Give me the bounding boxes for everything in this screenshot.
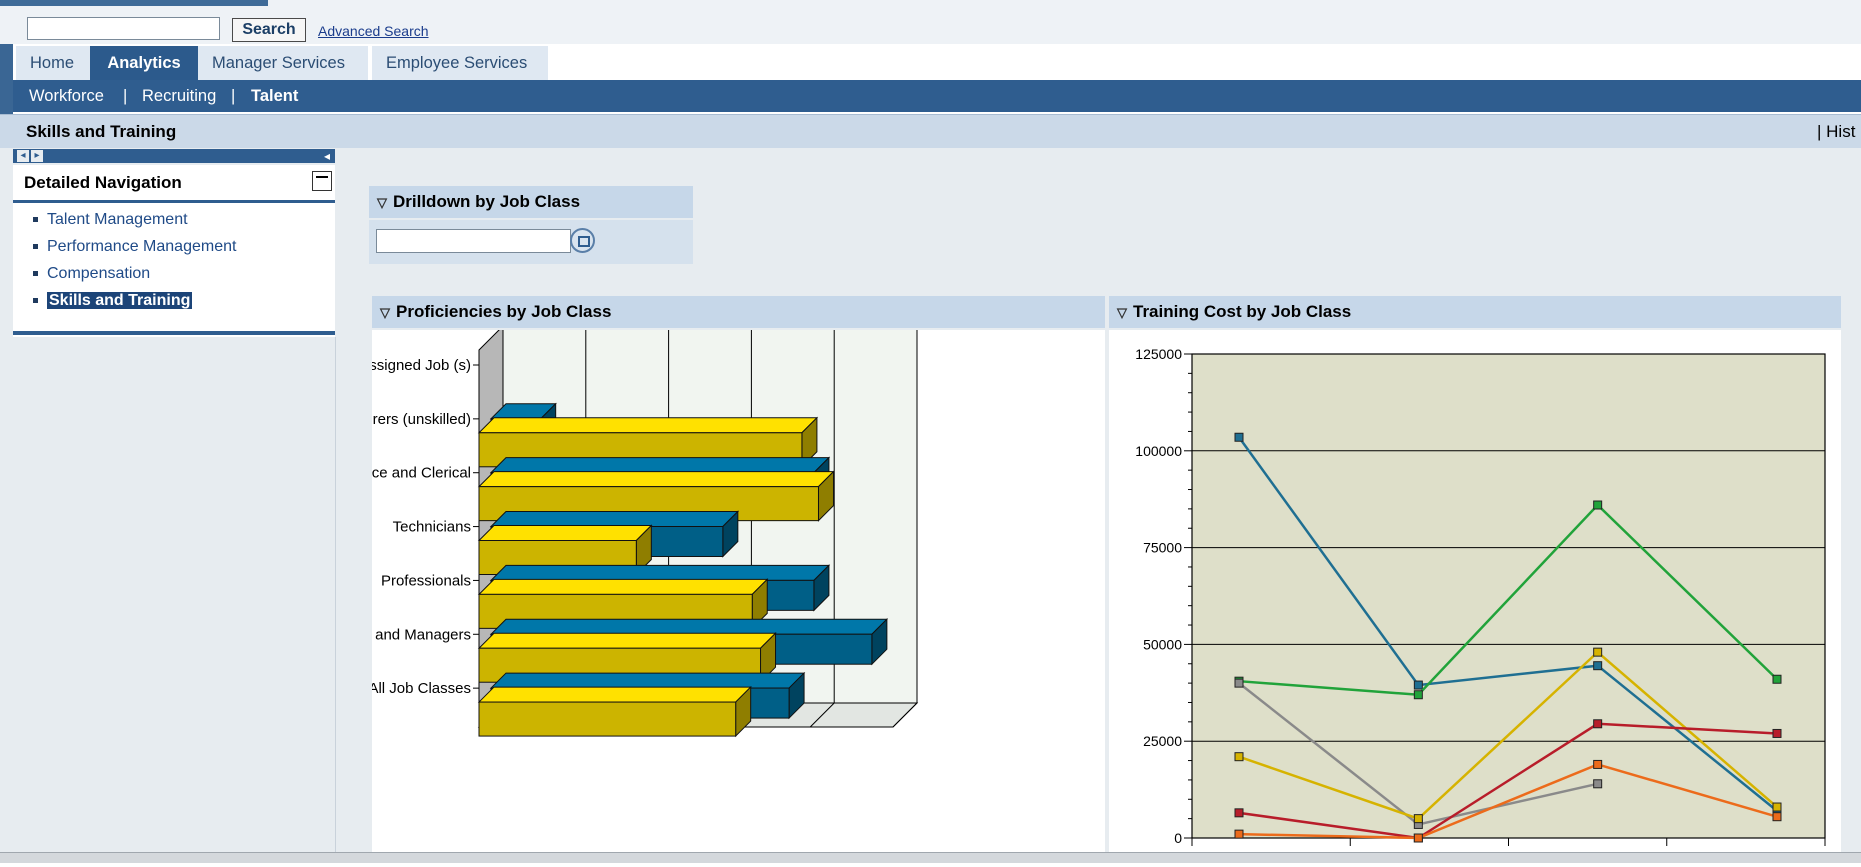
- search-button[interactable]: Search: [232, 18, 306, 42]
- y-tick-label: 0: [1174, 830, 1182, 846]
- bar-top: [477, 686, 752, 703]
- bullet-icon: [33, 271, 38, 277]
- tab-manager-services[interactable]: Manager Services: [198, 46, 368, 80]
- category-label: Office and Clerical: [372, 465, 471, 482]
- bar-top: [477, 417, 819, 434]
- data-point: [1772, 812, 1782, 822]
- minimize-icon[interactable]: [312, 171, 332, 191]
- drilldown-panel-header[interactable]: ▽ Drilldown by Job Class: [369, 186, 693, 218]
- bar-top: [489, 672, 806, 689]
- category-label: All Job Classes: [372, 680, 471, 697]
- subnav-separator: |: [123, 87, 128, 105]
- nav-item-talent-management[interactable]: Talent Management: [33, 211, 188, 229]
- data-point: [1234, 432, 1244, 442]
- nav-item-label: Compensation: [47, 265, 151, 282]
- proficiencies-chart: Not Assigned Job (s) Laborers (unskilled)…: [318, 324, 919, 738]
- collapse-triangle-icon[interactable]: ▽: [377, 187, 387, 219]
- training-cost-panel-header[interactable]: ▽ Training Cost by Job Class: [1109, 296, 1841, 328]
- bar-series-2: [477, 685, 752, 738]
- y-tick-label: 50000: [1143, 636, 1182, 652]
- bar-top: [477, 525, 653, 541]
- nav-item-compensation[interactable]: Compensation: [33, 265, 150, 283]
- header-accent: [0, 0, 268, 6]
- data-point: [1593, 719, 1603, 729]
- training-cost-chart: 0 25000 50000 75000 100000 125000: [1135, 346, 1826, 846]
- nav-column: [13, 337, 336, 862]
- data-point: [1413, 680, 1423, 690]
- history-link[interactable]: | Hist: [1817, 122, 1855, 142]
- data-point: [1234, 808, 1244, 818]
- proficiencies-panel-body: Not Assigned Job (s) Laborers (unskilled)…: [318, 324, 1105, 862]
- bar-top: [489, 511, 740, 527]
- sub-navigation: Workforce | Recruiting | Talent: [13, 80, 1861, 112]
- page-title: Skills and Training: [26, 122, 177, 141]
- bullet-icon: [33, 298, 38, 304]
- bar-top: [477, 632, 777, 649]
- data-point: [1413, 690, 1423, 700]
- proficiencies-panel-header[interactable]: ▽ Proficiencies by Job Class: [372, 296, 1105, 328]
- collapse-triangle-icon[interactable]: ▽: [1117, 297, 1127, 329]
- nav-item-label: Skills and Training: [45, 291, 194, 310]
- data-point: [1772, 802, 1782, 812]
- nav-back-icon[interactable]: ◂: [17, 150, 29, 162]
- data-point: [1234, 752, 1244, 762]
- y-tick-label: 100000: [1135, 443, 1182, 459]
- y-tick-label: 125000: [1135, 346, 1182, 362]
- status-bar: [0, 852, 1861, 863]
- bar-front: [478, 701, 737, 737]
- category-label: Technicians: [393, 519, 471, 536]
- data-point: [1413, 814, 1423, 824]
- proficiencies-title: Proficiencies by Job Class: [396, 302, 612, 321]
- collapse-triangle-icon[interactable]: ▽: [380, 297, 390, 329]
- nav-item-skills-and-training[interactable]: Skills and Training: [33, 291, 194, 310]
- bar-top: [489, 564, 831, 581]
- bar-top: [477, 471, 835, 488]
- category-label: Professionals: [381, 572, 471, 589]
- data-point: [1593, 661, 1603, 671]
- nav-item-performance-management[interactable]: Performance Management: [33, 238, 236, 256]
- nav-panel-bottom: [13, 331, 335, 335]
- value-help-icon[interactable]: [570, 228, 595, 253]
- y-tick-label: 25000: [1143, 733, 1182, 749]
- tab-analytics[interactable]: Analytics: [90, 46, 198, 80]
- data-point: [1772, 728, 1782, 738]
- drilldown-input[interactable]: [376, 229, 571, 253]
- bar-top: [489, 457, 831, 474]
- subnav-talent[interactable]: Talent: [251, 80, 298, 112]
- data-point: [1593, 759, 1603, 769]
- advanced-search-link[interactable]: Advanced Search: [318, 23, 429, 39]
- nav-divider: [13, 200, 335, 203]
- data-point: [1234, 829, 1244, 839]
- search-input[interactable]: [27, 17, 220, 40]
- drilldown-title: Drilldown by Job Class: [393, 192, 581, 211]
- nav-item-label: Performance Management: [47, 238, 237, 255]
- nav-item-label: Talent Management: [47, 211, 188, 228]
- training-cost-title: Training Cost by Job Class: [1133, 302, 1352, 321]
- collapse-panel-icon[interactable]: ◂: [324, 150, 334, 162]
- nav-forward-icon[interactable]: ▸: [31, 150, 43, 162]
- subnav-workforce[interactable]: Workforce: [29, 80, 104, 112]
- training-cost-panel-body: 0 25000 50000 75000 100000 125000: [1109, 330, 1841, 862]
- data-point: [1593, 779, 1603, 789]
- data-point: [1772, 674, 1782, 684]
- category-label: Officials and Managers: [372, 626, 471, 643]
- subnav-separator: |: [231, 87, 236, 105]
- category-label: Not Assigned Job (s): [372, 357, 471, 374]
- bar-top: [477, 578, 769, 595]
- category-label: Laborers (unskilled): [372, 411, 471, 428]
- bar-top: [489, 618, 889, 635]
- tab-employee-services[interactable]: Employee Services: [372, 46, 548, 80]
- detailed-navigation-title: Detailed Navigation: [24, 173, 182, 192]
- data-point: [1234, 678, 1244, 688]
- nav-toggle-bar: [13, 149, 335, 163]
- subnav-recruiting[interactable]: Recruiting: [142, 80, 216, 112]
- tab-home[interactable]: Home: [16, 46, 90, 80]
- data-point: [1413, 833, 1423, 843]
- y-tick-label: 75000: [1143, 540, 1182, 556]
- data-point: [1593, 500, 1603, 510]
- bullet-icon: [33, 217, 38, 223]
- page-header-bar: [0, 114, 1861, 148]
- bullet-icon: [33, 244, 38, 250]
- data-point: [1593, 647, 1603, 657]
